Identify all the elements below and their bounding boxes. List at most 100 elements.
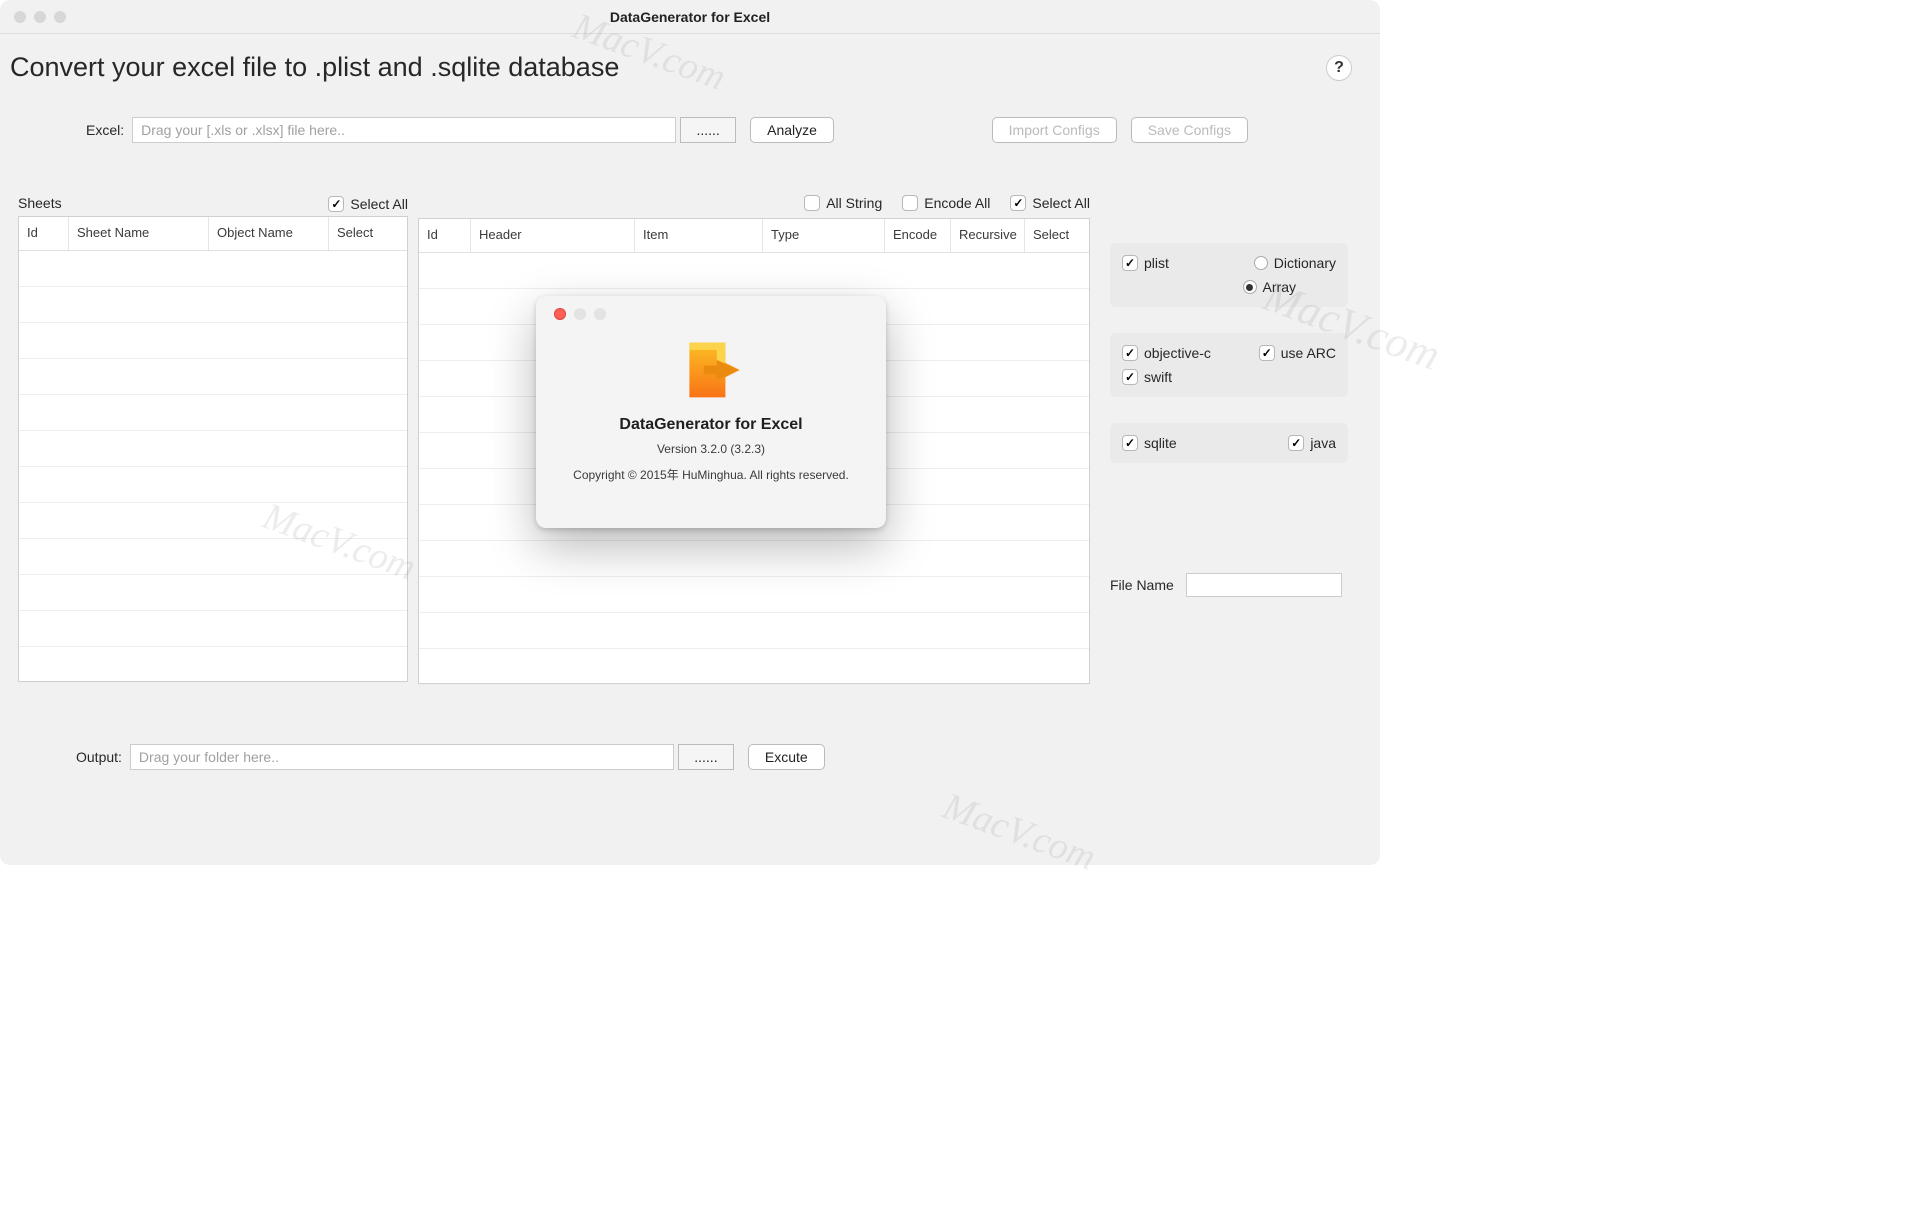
table-row <box>419 613 1089 649</box>
about-zoom-button <box>594 308 606 320</box>
sheets-header-row: Sheets Select All <box>18 195 408 212</box>
excel-path-input[interactable] <box>132 117 676 143</box>
arc-checkbox[interactable] <box>1259 345 1275 361</box>
array-radio[interactable] <box>1243 280 1257 294</box>
fields-col-encode[interactable]: Encode <box>885 219 951 252</box>
table-row <box>19 395 407 431</box>
save-configs-button[interactable]: Save Configs <box>1131 117 1248 143</box>
about-copyright: Copyright © 2015年 HuMinghua. All rights … <box>573 466 849 483</box>
java-label: java <box>1310 435 1336 451</box>
table-row <box>19 503 407 539</box>
file-name-input[interactable] <box>1186 573 1342 597</box>
sheets-column: Sheets Select All Id Sheet Name Object N… <box>18 195 408 684</box>
sheets-table: Id Sheet Name Object Name Select <box>18 216 408 682</box>
about-dialog: DataGenerator for Excel Version 3.2.0 (3… <box>536 296 886 528</box>
array-label: Array <box>1263 279 1296 295</box>
swift-label: swift <box>1144 369 1172 385</box>
table-row <box>419 253 1089 289</box>
help-button[interactable]: ? <box>1326 55 1352 81</box>
swift-checkbox[interactable] <box>1122 369 1138 385</box>
about-minimize-button <box>574 308 586 320</box>
fields-col-recursive[interactable]: Recursive <box>951 219 1025 252</box>
heading-row: Convert your excel file to .plist and .s… <box>0 34 1380 91</box>
execute-button[interactable]: Excute <box>748 744 825 770</box>
excel-browse-button[interactable]: ...... <box>680 117 736 143</box>
window-minimize-button[interactable] <box>34 11 46 23</box>
app-icon <box>675 334 747 406</box>
window-title: DataGenerator for Excel <box>610 9 770 25</box>
about-title: DataGenerator for Excel <box>619 416 802 434</box>
sheets-col-sheetname[interactable]: Sheet Name <box>69 217 209 250</box>
table-row <box>419 541 1089 577</box>
java-checkbox[interactable] <box>1288 435 1304 451</box>
fields-select-all-label: Select All <box>1032 195 1090 211</box>
plist-label: plist <box>1144 255 1169 271</box>
fields-header-row: All String Encode All Select All <box>418 195 1090 214</box>
file-name-row: File Name <box>1110 573 1348 597</box>
output-row: Output: ...... Excute <box>0 692 1380 778</box>
fields-col-select[interactable]: Select <box>1025 219 1089 252</box>
fields-col-type[interactable]: Type <box>763 219 885 252</box>
window-zoom-button[interactable] <box>54 11 66 23</box>
encode-all-label: Encode All <box>924 195 990 211</box>
sheets-select-all-wrapper: Select All <box>328 196 408 212</box>
option-group-plist: plist Dictionary Array <box>1110 243 1348 307</box>
config-buttons: Import Configs Save Configs <box>992 117 1248 143</box>
fields-col-item[interactable]: Item <box>635 219 763 252</box>
about-traffic-lights <box>554 308 606 320</box>
sheets-col-id[interactable]: Id <box>19 217 69 250</box>
window-close-button[interactable] <box>14 11 26 23</box>
titlebar: DataGenerator for Excel <box>0 0 1380 34</box>
sheets-select-all-label: Select All <box>350 196 408 212</box>
option-group-lang: objective-c use ARC swift <box>1110 333 1348 397</box>
fields-title-spacer <box>418 198 422 214</box>
fields-col-id[interactable]: Id <box>419 219 471 252</box>
table-row <box>19 539 407 575</box>
file-name-label: File Name <box>1110 577 1174 593</box>
page-heading: Convert your excel file to .plist and .s… <box>10 52 619 83</box>
output-browse-button[interactable]: ...... <box>678 744 734 770</box>
main-window: DataGenerator for Excel Convert your exc… <box>0 0 1380 865</box>
import-configs-button[interactable]: Import Configs <box>992 117 1117 143</box>
table-row <box>19 467 407 503</box>
sheets-thead: Id Sheet Name Object Name Select <box>19 217 407 251</box>
sqlite-checkbox[interactable] <box>1122 435 1138 451</box>
sheets-col-select[interactable]: Select <box>329 217 407 250</box>
analyze-button[interactable]: Analyze <box>750 117 834 143</box>
dictionary-label: Dictionary <box>1274 255 1336 271</box>
table-row <box>19 251 407 287</box>
output-label: Output: <box>76 749 122 765</box>
table-row <box>419 649 1089 685</box>
all-string-label: All String <box>826 195 882 211</box>
side-panel: plist Dictionary Array <box>1110 195 1348 684</box>
table-row <box>19 359 407 395</box>
option-group-db: sqlite java <box>1110 423 1348 463</box>
sqlite-label: sqlite <box>1144 435 1177 451</box>
about-version: Version 3.2.0 (3.2.3) <box>657 442 765 456</box>
table-row <box>19 575 407 611</box>
objc-checkbox[interactable] <box>1122 345 1138 361</box>
dictionary-radio[interactable] <box>1254 256 1268 270</box>
sheets-title: Sheets <box>18 195 62 211</box>
help-icon: ? <box>1334 59 1344 77</box>
output-path-input[interactable] <box>130 744 674 770</box>
watermark: MacV.com <box>937 784 1101 880</box>
fields-thead: Id Header Item Type Encode Recursive Sel… <box>419 219 1089 253</box>
arc-label: use ARC <box>1281 345 1336 361</box>
objc-label: objective-c <box>1144 345 1211 361</box>
all-string-checkbox[interactable] <box>804 195 820 211</box>
fields-header-checks: All String Encode All Select All <box>804 195 1090 211</box>
encode-all-checkbox[interactable] <box>902 195 918 211</box>
fields-col-header[interactable]: Header <box>471 219 635 252</box>
table-row <box>419 577 1089 613</box>
sheets-col-objectname[interactable]: Object Name <box>209 217 329 250</box>
sheets-tbody <box>19 251 407 683</box>
fields-select-all-checkbox[interactable] <box>1010 195 1026 211</box>
plist-checkbox[interactable] <box>1122 255 1138 271</box>
table-row <box>19 323 407 359</box>
table-row <box>19 611 407 647</box>
about-close-button[interactable] <box>554 308 566 320</box>
excel-label: Excel: <box>86 122 124 138</box>
table-row <box>19 287 407 323</box>
sheets-select-all-checkbox[interactable] <box>328 196 344 212</box>
